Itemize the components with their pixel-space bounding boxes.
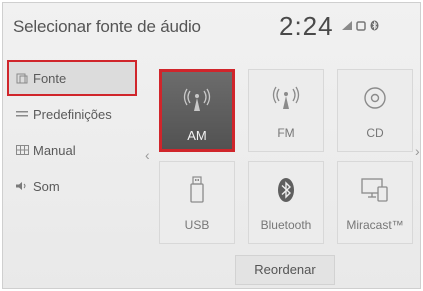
sidebar-item-manual[interactable]: Manual	[7, 132, 137, 168]
chevron-left-icon[interactable]: ‹	[145, 147, 150, 163]
sidebar-item-som[interactable]: Som	[7, 168, 137, 204]
tile-label: Miracast™	[346, 218, 404, 232]
phone-icon	[356, 20, 366, 34]
usb-icon	[160, 176, 234, 204]
reorder-button[interactable]: Reordenar	[235, 255, 335, 285]
source-tile-am[interactable]: AM	[159, 69, 235, 152]
source-tile-bluetooth[interactable]: Bluetooth	[248, 161, 324, 244]
sidebar: Fonte Predefinições Manual Som	[7, 60, 137, 204]
fm-antenna-icon	[249, 84, 323, 112]
sidebar-item-predefinicoes[interactable]: Predefinições	[7, 96, 137, 132]
bluetooth-icon	[249, 176, 323, 204]
tile-label: Bluetooth	[260, 218, 312, 232]
sidebar-item-label: Fonte	[33, 70, 67, 86]
sidebar-item-label: Manual	[33, 142, 76, 158]
am-antenna-icon	[162, 86, 232, 114]
source-tile-miracast[interactable]: Miracast™	[337, 161, 413, 244]
tile-label: FM	[277, 126, 295, 140]
status-bar	[342, 20, 379, 34]
bluetooth-icon	[370, 20, 379, 34]
source-tile-usb[interactable]: USB	[159, 161, 235, 244]
audio-source-screen: Selecionar fonte de áudio 2:24 Fonte Pre…	[2, 2, 421, 289]
miracast-icon	[338, 176, 412, 204]
signal-icon	[342, 21, 352, 33]
page-title: Selecionar fonte de áudio	[13, 17, 201, 36]
tile-label: CD	[366, 126, 384, 140]
chevron-right-icon[interactable]: ›	[415, 143, 420, 159]
source-grid: AM FM CD USB Bluetooth Miracast™	[159, 69, 413, 245]
sidebar-item-label: Predefinições	[33, 106, 112, 122]
source-tile-fm[interactable]: FM	[248, 69, 324, 152]
clock: 2:24	[279, 11, 334, 41]
manual-icon	[15, 144, 29, 156]
speaker-icon	[15, 180, 29, 192]
tile-label: AM	[187, 128, 207, 143]
source-icon	[15, 72, 29, 84]
tile-label: USB	[184, 218, 210, 232]
header: Selecionar fonte de áudio 2:24	[3, 3, 420, 49]
presets-icon	[15, 108, 29, 120]
sidebar-item-label: Som	[33, 178, 60, 194]
cd-icon	[338, 84, 412, 112]
sidebar-item-fonte[interactable]: Fonte	[7, 60, 137, 96]
source-tile-cd[interactable]: CD	[337, 69, 413, 152]
